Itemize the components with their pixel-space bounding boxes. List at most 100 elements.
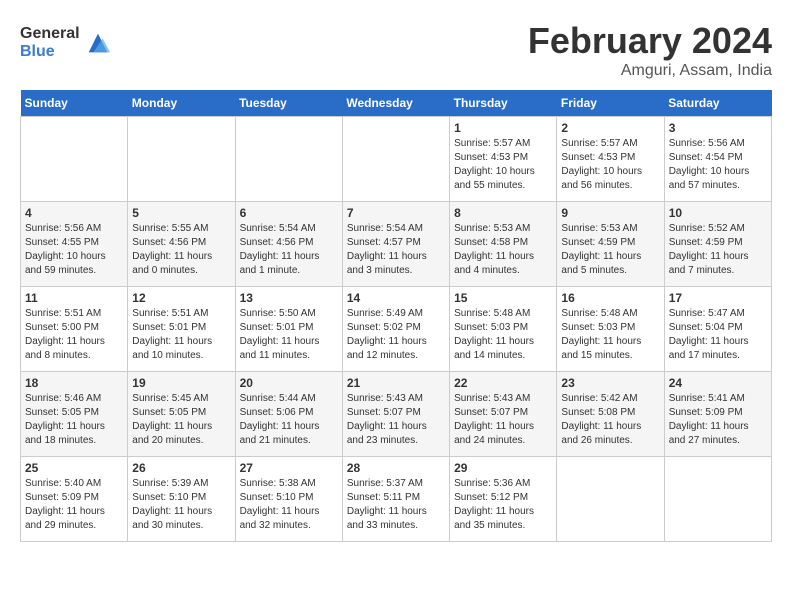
day-header-wednesday: Wednesday (342, 90, 449, 117)
calendar-week-4: 25Sunrise: 5:40 AM Sunset: 5:09 PM Dayli… (21, 457, 772, 542)
logo: General Blue (20, 25, 112, 60)
day-number: 4 (25, 206, 123, 220)
calendar-cell: 16 Sunrise: 5:48 AM Sunset: 5:03 PM Dayli… (557, 287, 664, 372)
calendar-cell (128, 117, 235, 202)
day-info: Sunrise: 5:42 AM Sunset: 5:08 PM Dayligh… (561, 392, 659, 448)
day-info: Sunrise: 5:37 AM Sunset: 5:11 PM Dayligh… (347, 477, 445, 533)
day-header-saturday: Saturday (664, 90, 771, 117)
calendar-cell: 7 Sunrise: 5:54 AM Sunset: 4:57 PM Daylig… (342, 202, 449, 287)
calendar-cell (21, 117, 128, 202)
calendar-cell: 2 Sunrise: 5:57 AM Sunset: 4:53 PM Daylig… (557, 117, 664, 202)
calendar-cell: 12 Sunrise: 5:51 AM Sunset: 5:01 PM Dayli… (128, 287, 235, 372)
day-info: Sunrise: 5:54 AM Sunset: 4:57 PM Dayligh… (347, 222, 445, 278)
title-section: February 2024 Amguri, Assam, India (528, 20, 772, 80)
day-info: Sunrise: 5:44 AM Sunset: 5:06 PM Dayligh… (240, 392, 338, 448)
day-info: Sunrise: 5:56 AM Sunset: 4:55 PM Dayligh… (25, 222, 123, 278)
day-number: 13 (240, 291, 338, 305)
day-info: Sunrise: 5:48 AM Sunset: 5:03 PM Dayligh… (561, 307, 659, 363)
day-info: Sunrise: 5:38 AM Sunset: 5:10 PM Dayligh… (240, 477, 338, 533)
day-number: 2 (561, 121, 659, 135)
day-info: Sunrise: 5:53 AM Sunset: 4:58 PM Dayligh… (454, 222, 552, 278)
day-header-monday: Monday (128, 90, 235, 117)
day-info: Sunrise: 5:53 AM Sunset: 4:59 PM Dayligh… (561, 222, 659, 278)
day-info: Sunrise: 5:51 AM Sunset: 5:01 PM Dayligh… (132, 307, 230, 363)
day-header-tuesday: Tuesday (235, 90, 342, 117)
day-number: 29 (454, 461, 552, 475)
calendar-week-1: 4 Sunrise: 5:56 AM Sunset: 4:55 PM Daylig… (21, 202, 772, 287)
day-info: Sunrise: 5:52 AM Sunset: 4:59 PM Dayligh… (669, 222, 767, 278)
day-info: Sunrise: 5:39 AM Sunset: 5:10 PM Dayligh… (132, 477, 230, 533)
day-info: Sunrise: 5:36 AM Sunset: 5:12 PM Dayligh… (454, 477, 552, 533)
day-number: 27 (240, 461, 338, 475)
day-info: Sunrise: 5:45 AM Sunset: 5:05 PM Dayligh… (132, 392, 230, 448)
day-number: 25 (25, 461, 123, 475)
day-info: Sunrise: 5:49 AM Sunset: 5:02 PM Dayligh… (347, 307, 445, 363)
calendar-cell: 23 Sunrise: 5:42 AM Sunset: 5:08 PM Dayli… (557, 372, 664, 457)
day-number: 19 (132, 376, 230, 390)
calendar-cell: 6 Sunrise: 5:54 AM Sunset: 4:56 PM Daylig… (235, 202, 342, 287)
day-number: 1 (454, 121, 552, 135)
calendar-cell: 24Sunrise: 5:41 AM Sunset: 5:09 PM Dayli… (664, 372, 771, 457)
day-info: Sunrise: 5:43 AM Sunset: 5:07 PM Dayligh… (454, 392, 552, 448)
calendar-cell (235, 117, 342, 202)
calendar-cell: 21 Sunrise: 5:43 AM Sunset: 5:07 PM Dayli… (342, 372, 449, 457)
calendar-cell: 3 Sunrise: 5:56 AM Sunset: 4:54 PM Daylig… (664, 117, 771, 202)
day-number: 8 (454, 206, 552, 220)
day-info: Sunrise: 5:57 AM Sunset: 4:53 PM Dayligh… (454, 137, 552, 193)
calendar-cell: 29 Sunrise: 5:36 AM Sunset: 5:12 PM Dayli… (450, 457, 557, 542)
logo-icon (84, 29, 112, 57)
day-number: 21 (347, 376, 445, 390)
calendar-cell (664, 457, 771, 542)
day-header-thursday: Thursday (450, 90, 557, 117)
day-info: Sunrise: 5:54 AM Sunset: 4:56 PM Dayligh… (240, 222, 338, 278)
day-info: Sunrise: 5:48 AM Sunset: 5:03 PM Dayligh… (454, 307, 552, 363)
day-number: 7 (347, 206, 445, 220)
calendar-cell: 4 Sunrise: 5:56 AM Sunset: 4:55 PM Daylig… (21, 202, 128, 287)
day-number: 16 (561, 291, 659, 305)
day-header-friday: Friday (557, 90, 664, 117)
day-info: Sunrise: 5:57 AM Sunset: 4:53 PM Dayligh… (561, 137, 659, 193)
day-number: 12 (132, 291, 230, 305)
day-number: 23 (561, 376, 659, 390)
calendar-cell: 26 Sunrise: 5:39 AM Sunset: 5:10 PM Dayli… (128, 457, 235, 542)
day-number: 3 (669, 121, 767, 135)
day-number: 18 (25, 376, 123, 390)
day-info: Sunrise: 5:50 AM Sunset: 5:01 PM Dayligh… (240, 307, 338, 363)
day-number: 11 (25, 291, 123, 305)
day-number: 26 (132, 461, 230, 475)
day-number: 6 (240, 206, 338, 220)
day-number: 17 (669, 291, 767, 305)
page-header: General Blue February 2024 Amguri, Assam… (20, 20, 772, 80)
calendar-week-2: 11Sunrise: 5:51 AM Sunset: 5:00 PM Dayli… (21, 287, 772, 372)
calendar-cell: 8 Sunrise: 5:53 AM Sunset: 4:58 PM Daylig… (450, 202, 557, 287)
day-info: Sunrise: 5:47 AM Sunset: 5:04 PM Dayligh… (669, 307, 767, 363)
calendar-cell (342, 117, 449, 202)
day-number: 24 (669, 376, 767, 390)
calendar-cell: 1 Sunrise: 5:57 AM Sunset: 4:53 PM Daylig… (450, 117, 557, 202)
calendar-cell: 17 Sunrise: 5:47 AM Sunset: 5:04 PM Dayli… (664, 287, 771, 372)
day-header-sunday: Sunday (21, 90, 128, 117)
day-number: 5 (132, 206, 230, 220)
day-number: 15 (454, 291, 552, 305)
day-info: Sunrise: 5:43 AM Sunset: 5:07 PM Dayligh… (347, 392, 445, 448)
calendar-cell: 15 Sunrise: 5:48 AM Sunset: 5:03 PM Dayli… (450, 287, 557, 372)
calendar-week-0: 1 Sunrise: 5:57 AM Sunset: 4:53 PM Daylig… (21, 117, 772, 202)
calendar-cell: 18 Sunrise: 5:46 AM Sunset: 5:05 PM Dayli… (21, 372, 128, 457)
day-info: Sunrise: 5:56 AM Sunset: 4:54 PM Dayligh… (669, 137, 767, 193)
calendar-cell (557, 457, 664, 542)
calendar-table: SundayMondayTuesdayWednesdayThursdayFrid… (20, 90, 772, 542)
day-number: 10 (669, 206, 767, 220)
location-title: Amguri, Assam, India (528, 62, 772, 80)
calendar-cell: 20Sunrise: 5:44 AM Sunset: 5:06 PM Dayli… (235, 372, 342, 457)
calendar-cell: 14Sunrise: 5:49 AM Sunset: 5:02 PM Dayli… (342, 287, 449, 372)
logo-general-text: General (20, 25, 80, 43)
calendar-cell: 28Sunrise: 5:37 AM Sunset: 5:11 PM Dayli… (342, 457, 449, 542)
calendar-cell: 13 Sunrise: 5:50 AM Sunset: 5:01 PM Dayli… (235, 287, 342, 372)
calendar-cell: 25Sunrise: 5:40 AM Sunset: 5:09 PM Dayli… (21, 457, 128, 542)
day-number: 22 (454, 376, 552, 390)
calendar-cell: 9Sunrise: 5:53 AM Sunset: 4:59 PM Daylig… (557, 202, 664, 287)
month-title: February 2024 (528, 20, 772, 62)
calendar-cell: 19 Sunrise: 5:45 AM Sunset: 5:05 PM Dayli… (128, 372, 235, 457)
calendar-cell: 22 Sunrise: 5:43 AM Sunset: 5:07 PM Dayli… (450, 372, 557, 457)
day-info: Sunrise: 5:46 AM Sunset: 5:05 PM Dayligh… (25, 392, 123, 448)
